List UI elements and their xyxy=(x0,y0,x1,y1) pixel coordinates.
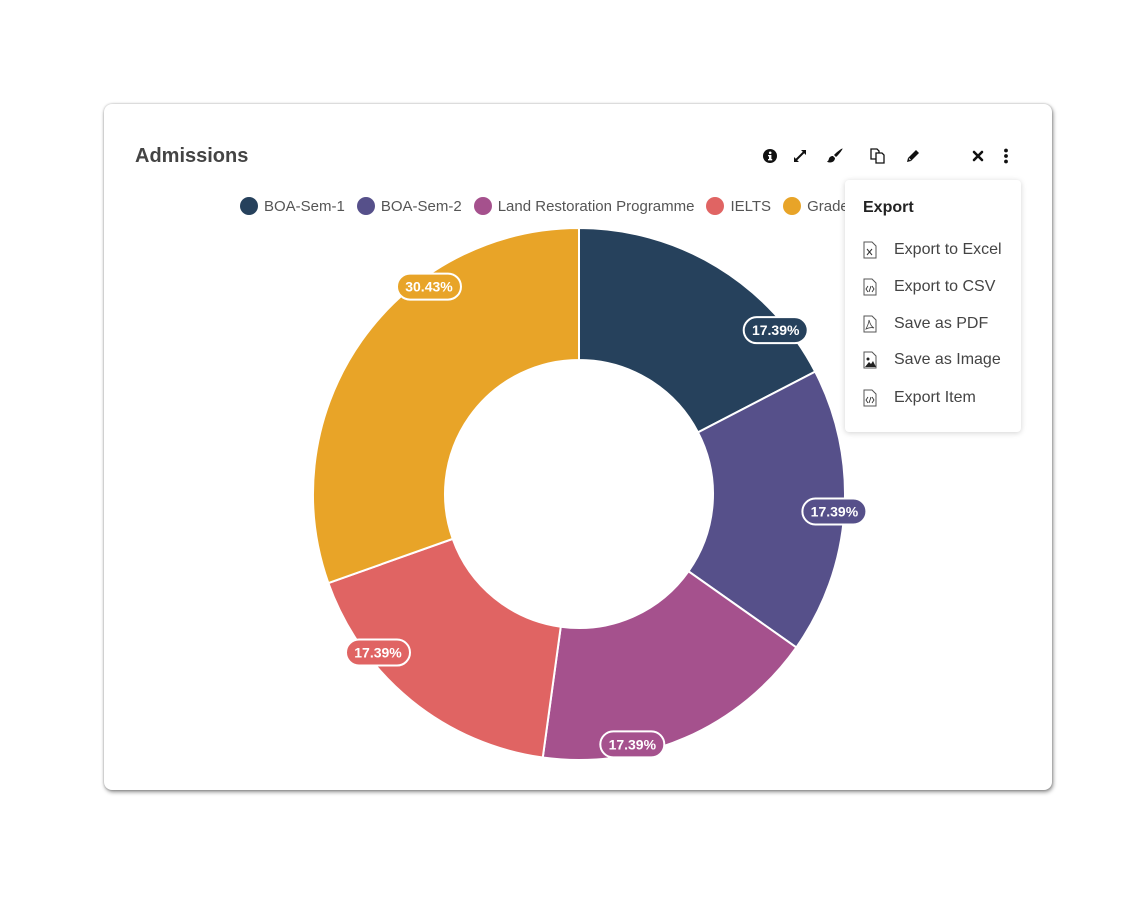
save-as-image-menu-item[interactable]: Save as Image xyxy=(863,348,1013,372)
data-label: 17.39% xyxy=(742,316,809,345)
pdf-file-icon xyxy=(863,315,877,333)
data-label-text: 17.39% xyxy=(752,322,800,338)
data-label-text: 17.39% xyxy=(354,645,402,661)
data-label-text: 17.39% xyxy=(811,503,859,519)
export-item-label: Export Item xyxy=(894,389,976,406)
export-item-menu-item[interactable]: Export Item xyxy=(863,386,1013,410)
export-to-csv-menu-item[interactable]: Export to CSV xyxy=(863,275,1013,299)
data-label-text: 30.43% xyxy=(405,279,453,295)
export-to-excel-menu-item[interactable]: Export to Excel xyxy=(863,238,1013,262)
data-label: 17.39% xyxy=(599,730,666,759)
admissions-widget: Admissions BOA-Sem-1 BOA-Sem-2 Land Restor… xyxy=(104,104,1052,790)
data-label-text: 17.39% xyxy=(609,736,657,752)
excel-file-icon xyxy=(863,241,877,259)
code-file-icon xyxy=(863,389,877,407)
image-file-icon xyxy=(863,351,877,369)
csv-file-icon xyxy=(863,278,877,296)
export-menu-title: Export xyxy=(863,199,914,216)
save-as-image-label: Save as Image xyxy=(894,351,1001,368)
save-as-pdf-label: Save as PDF xyxy=(894,315,989,332)
save-as-pdf-menu-item[interactable]: Save as PDF xyxy=(863,312,1013,336)
export-to-excel-label: Export to Excel xyxy=(894,241,1002,258)
data-label: 17.39% xyxy=(801,497,868,526)
data-label: 30.43% xyxy=(395,272,462,301)
export-menu: Export Export to Excel Export to CSV Sav… xyxy=(845,180,1021,432)
data-label: 17.39% xyxy=(344,638,411,667)
export-to-csv-label: Export to CSV xyxy=(894,278,996,295)
